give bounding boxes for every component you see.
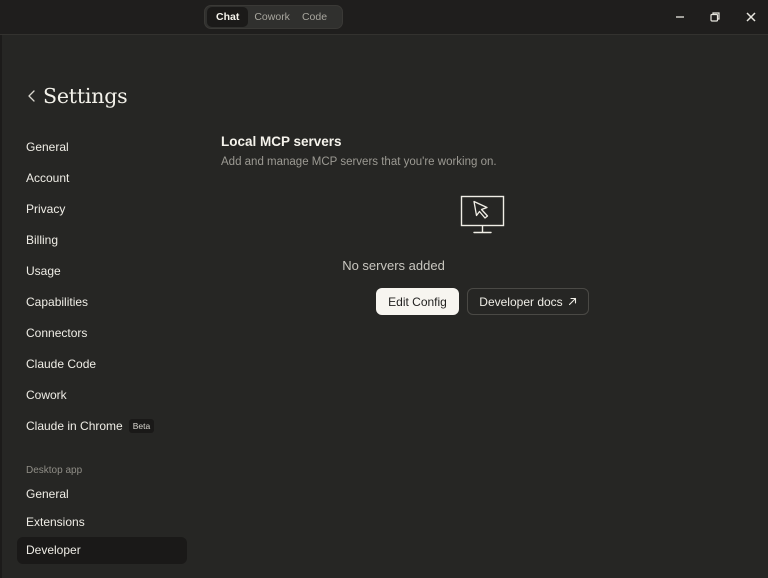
mode-tabs: Chat Cowork Code bbox=[204, 5, 343, 29]
sidebar-item-claude-in-chrome[interactable]: Claude in Chrome Beta bbox=[17, 413, 187, 440]
section-title: Local MCP servers bbox=[221, 134, 342, 149]
external-link-icon bbox=[568, 297, 576, 306]
sidebar-item-account[interactable]: Account bbox=[17, 165, 187, 192]
tab-chat[interactable]: Chat bbox=[207, 7, 249, 27]
empty-state-text: No servers added bbox=[342, 258, 445, 273]
sidebar-item-label: Capabilities bbox=[26, 295, 89, 309]
sidebar-item-label: Developer bbox=[26, 543, 81, 557]
sidebar-item-label: Cowork bbox=[26, 388, 67, 402]
sidebar-item-claude-code[interactable]: Claude Code bbox=[17, 351, 187, 378]
sidebar-item-cowork[interactable]: Cowork bbox=[17, 382, 187, 409]
section-subtitle: Add and manage MCP servers that you're w… bbox=[221, 156, 497, 168]
sidebar-item-label: Claude in Chrome bbox=[26, 419, 123, 433]
title-bar: Chat Cowork Code bbox=[0, 0, 768, 35]
minimize-icon bbox=[676, 16, 684, 18]
sidebar-item-label: Billing bbox=[26, 233, 59, 247]
sidebar-item-label: General bbox=[26, 487, 69, 501]
page-title: Settings bbox=[43, 84, 128, 108]
sidebar-item-general[interactable]: General bbox=[17, 134, 187, 161]
window-edge bbox=[0, 35, 2, 578]
sidebar-item-label: Privacy bbox=[26, 202, 66, 216]
sidebar-item-capabilities[interactable]: Capabilities bbox=[17, 289, 187, 316]
edit-config-button[interactable]: Edit Config bbox=[376, 288, 459, 315]
sidebar-item-billing[interactable]: Billing bbox=[17, 227, 187, 254]
close-button[interactable] bbox=[742, 8, 760, 26]
sidebar-item-connectors[interactable]: Connectors bbox=[17, 320, 187, 347]
developer-docs-label: Developer docs bbox=[479, 294, 563, 309]
chevron-left-icon[interactable] bbox=[25, 88, 39, 104]
sidebar-item-label: Account bbox=[26, 171, 70, 185]
restore-icon bbox=[710, 12, 720, 22]
edit-config-label: Edit Config bbox=[388, 294, 447, 309]
sidebar-item-extensions[interactable]: Extensions bbox=[17, 509, 187, 536]
restore-button[interactable] bbox=[706, 8, 724, 26]
sidebar-item-label: Extensions bbox=[26, 515, 85, 529]
tab-code[interactable]: Code bbox=[296, 7, 333, 27]
sidebar-item-desktop-general[interactable]: General bbox=[17, 481, 187, 508]
section-label-desktop-app: Desktop app bbox=[26, 465, 83, 476]
sidebar-item-developer[interactable]: Developer bbox=[17, 537, 187, 564]
close-icon bbox=[746, 12, 756, 22]
developer-docs-button[interactable]: Developer docs bbox=[467, 288, 589, 315]
monitor-cursor-icon bbox=[460, 195, 505, 234]
sidebar-item-privacy[interactable]: Privacy bbox=[17, 196, 187, 223]
minimize-button[interactable] bbox=[671, 8, 689, 26]
beta-badge: Beta bbox=[128, 419, 155, 433]
sidebar-item-label: General bbox=[26, 140, 69, 154]
sidebar-item-label: Connectors bbox=[26, 326, 88, 340]
settings-header: Settings bbox=[25, 82, 128, 110]
sidebar-item-label: Claude Code bbox=[26, 357, 97, 371]
tab-cowork[interactable]: Cowork bbox=[248, 7, 296, 27]
